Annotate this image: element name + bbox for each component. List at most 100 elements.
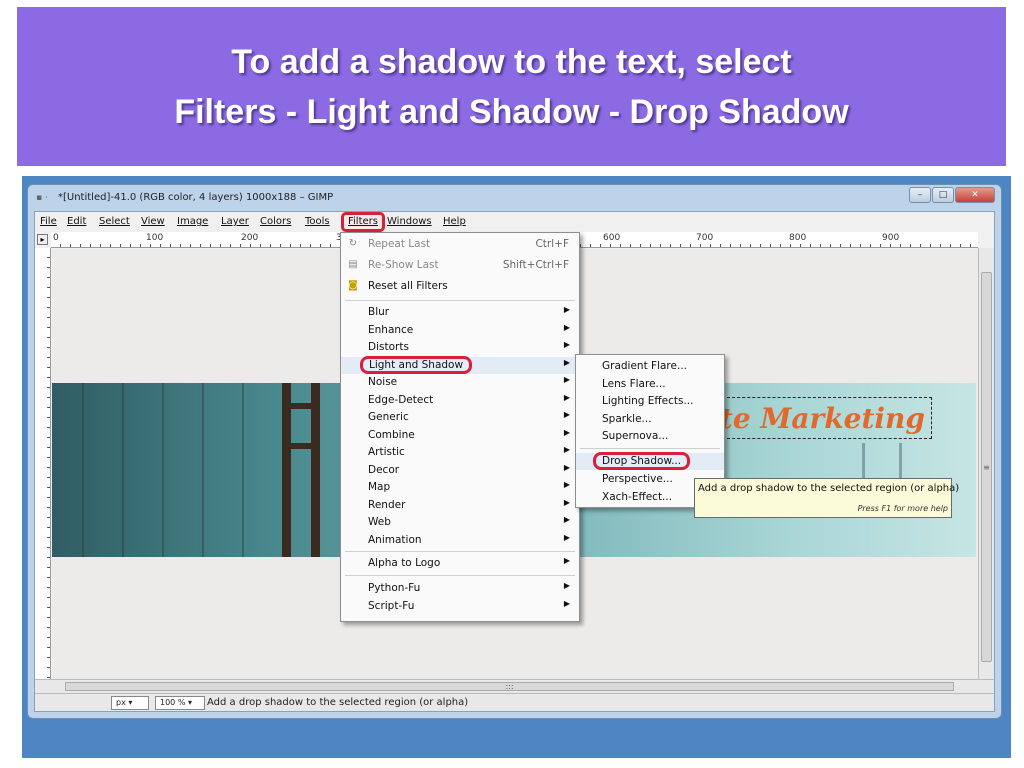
menu-separator	[345, 551, 575, 552]
menu-view[interactable]: View	[141, 216, 165, 227]
tooltip: Add a drop shadow to the selected region…	[694, 478, 959, 518]
statusbar: px ▾ 100 % ▾ Add a drop shadow to the se…	[35, 693, 994, 711]
unit-select[interactable]: px ▾	[111, 696, 149, 710]
menu-item-map[interactable]: Map ▶	[341, 479, 579, 496]
menu-item-lens-flare[interactable]: Lens Flare...	[576, 376, 724, 393]
maximize-icon[interactable]: □	[932, 187, 954, 203]
menu-item-label: Render	[368, 498, 406, 511]
submenu-arrow-icon: ▶	[563, 462, 570, 472]
menu-item-reshow-last[interactable]: ▤ Re-Show Last Shift+Ctrl+F	[341, 257, 579, 274]
menu-item-label: Noise	[368, 376, 398, 388]
menu-item-repeat-last[interactable]: ↻ Repeat Last Ctrl+F	[341, 236, 579, 253]
menu-item-reset-all-filters[interactable]: ◙ Reset all Filters	[341, 278, 579, 295]
menu-item-enhance[interactable]: Enhance ▶	[341, 322, 579, 339]
menu-item-script-fu[interactable]: Script-Fu ▶	[341, 598, 579, 615]
menu-windows[interactable]: Windows	[387, 216, 432, 227]
horizontal-scrollbar[interactable]: :::	[35, 679, 994, 693]
menu-item-label: Lighting Effects...	[602, 395, 694, 407]
submenu-arrow-icon: ▶	[563, 410, 570, 419]
menu-item-noise[interactable]: Noise ▶	[341, 374, 579, 391]
zoom-select[interactable]: 100 % ▾	[155, 696, 205, 710]
menu-item-combine[interactable]: Combine ▶	[341, 427, 579, 444]
text-layer-selection[interactable]: te Marketing	[719, 397, 932, 439]
submenu-arrow-icon: ▶	[563, 322, 570, 332]
menu-item-supernova[interactable]: Supernova...	[576, 428, 724, 445]
menu-item-alpha-to-logo[interactable]: Alpha to Logo ▶	[341, 555, 579, 572]
menu-edit[interactable]: Edit	[67, 216, 86, 227]
tooltip-help: Press F1 for more help	[857, 504, 948, 513]
menu-item-label: Edge-Detect	[368, 393, 434, 406]
ruler-label: 800	[789, 233, 807, 243]
menu-colors[interactable]: Colors	[260, 216, 291, 227]
menu-item-label: Repeat Last	[368, 238, 431, 250]
menu-filters[interactable]: Filters	[341, 212, 385, 232]
quick-mask-toggle-icon[interactable]: ▸	[37, 234, 48, 245]
menu-select[interactable]: Select	[99, 216, 130, 227]
menu-item-label: Re-Show Last	[368, 259, 439, 271]
menu-layer[interactable]: Layer	[221, 216, 249, 227]
submenu-arrow-icon: ▶	[563, 532, 570, 542]
submenu-arrow-icon: ▶	[563, 581, 570, 590]
menu-item-light-and-shadow[interactable]: Light and Shadow ▶	[341, 355, 579, 374]
menu-item-label: Map	[368, 481, 391, 493]
window-titlebar[interactable]: ▪ · *[Untitled]-41.0 (RGB color, 4 layer…	[28, 185, 1001, 209]
app-icon: ▪ ·	[36, 193, 48, 203]
menu-item-label: Enhance	[368, 323, 414, 336]
menu-item-artistic[interactable]: Artistic ▶	[341, 444, 579, 461]
ruler-label: 100	[146, 233, 164, 243]
menu-item-label: Light and Shadow	[359, 355, 473, 374]
menu-image[interactable]: Image	[177, 216, 208, 227]
vertical-ruler	[35, 248, 51, 679]
tooltip-text: Add a drop shadow to the selected region…	[698, 483, 960, 494]
menu-help[interactable]: Help	[443, 216, 466, 227]
submenu-arrow-icon: ▶	[563, 556, 570, 565]
menu-item-label: Supernova...	[602, 430, 669, 442]
ruler-label: 200	[241, 233, 259, 243]
menu-separator	[345, 575, 575, 576]
menu-item-generic[interactable]: Generic ▶	[341, 409, 579, 426]
vertical-scroll-thumb[interactable]: ≡	[981, 272, 992, 662]
repeat-icon: ↻	[348, 238, 358, 249]
submenu-arrow-icon: ▶	[563, 515, 570, 524]
banner-line-2: Filters - Light and Shadow - Drop Shadow	[174, 92, 849, 131]
menu-item-label: Reset all Filters	[368, 280, 448, 292]
menu-item-lighting-effects[interactable]: Lighting Effects...	[576, 393, 724, 410]
shortcut-label: Ctrl+F	[535, 238, 569, 250]
submenu-arrow-icon: ▶	[563, 305, 570, 314]
menu-tools[interactable]: Tools	[305, 216, 330, 227]
close-icon[interactable]: ✕	[955, 187, 995, 203]
menu-item-blur[interactable]: Blur ▶	[341, 304, 579, 321]
menu-item-web[interactable]: Web ▶	[341, 514, 579, 531]
menu-item-label: Drop Shadow...	[592, 452, 691, 470]
vertical-scrollbar[interactable]: ≡	[978, 248, 994, 679]
menu-item-animation[interactable]: Animation ▶	[341, 532, 579, 549]
submenu-arrow-icon: ▶	[563, 427, 570, 437]
menu-item-decor[interactable]: Decor ▶	[341, 462, 579, 479]
horizontal-scroll-thumb[interactable]: :::	[65, 682, 954, 691]
submenu-arrow-icon: ▶	[563, 497, 570, 507]
menu-item-label: Generic	[368, 411, 409, 423]
submenu-arrow-icon: ▶	[563, 357, 570, 367]
tower-crossbar	[282, 403, 320, 409]
menu-item-label: Alpha to Logo	[368, 557, 441, 569]
submenu-arrow-icon: ▶	[563, 480, 570, 489]
menu-item-label: Blur	[368, 306, 390, 318]
menu-item-render[interactable]: Render ▶	[341, 497, 579, 514]
minimize-icon[interactable]: –	[909, 187, 931, 203]
slide: To add a shadow to the text, select Filt…	[0, 0, 1024, 768]
marketing-text: te Marketing	[719, 402, 925, 435]
menu-file[interactable]: File	[40, 216, 57, 227]
menu-item-drop-shadow[interactable]: Drop Shadow...	[576, 452, 724, 470]
ruler-label: 700	[696, 233, 714, 243]
menu-item-python-fu[interactable]: Python-Fu ▶	[341, 580, 579, 597]
menu-item-sparkle[interactable]: Sparkle...	[576, 411, 724, 428]
menu-item-distorts[interactable]: Distorts ▶	[341, 339, 579, 356]
unit-value: px	[116, 698, 126, 707]
ruler-label: 0	[53, 233, 59, 243]
submenu-arrow-icon: ▶	[563, 392, 570, 402]
window-controls: – □ ✕	[908, 187, 995, 203]
window-title: *[Untitled]-41.0 (RGB color, 4 layers) 1…	[58, 192, 334, 203]
menu-item-gradient-flare[interactable]: Gradient Flare...	[576, 358, 724, 375]
menu-item-edge-detect[interactable]: Edge-Detect ▶	[341, 392, 579, 409]
menu-item-label: Python-Fu	[368, 582, 421, 594]
